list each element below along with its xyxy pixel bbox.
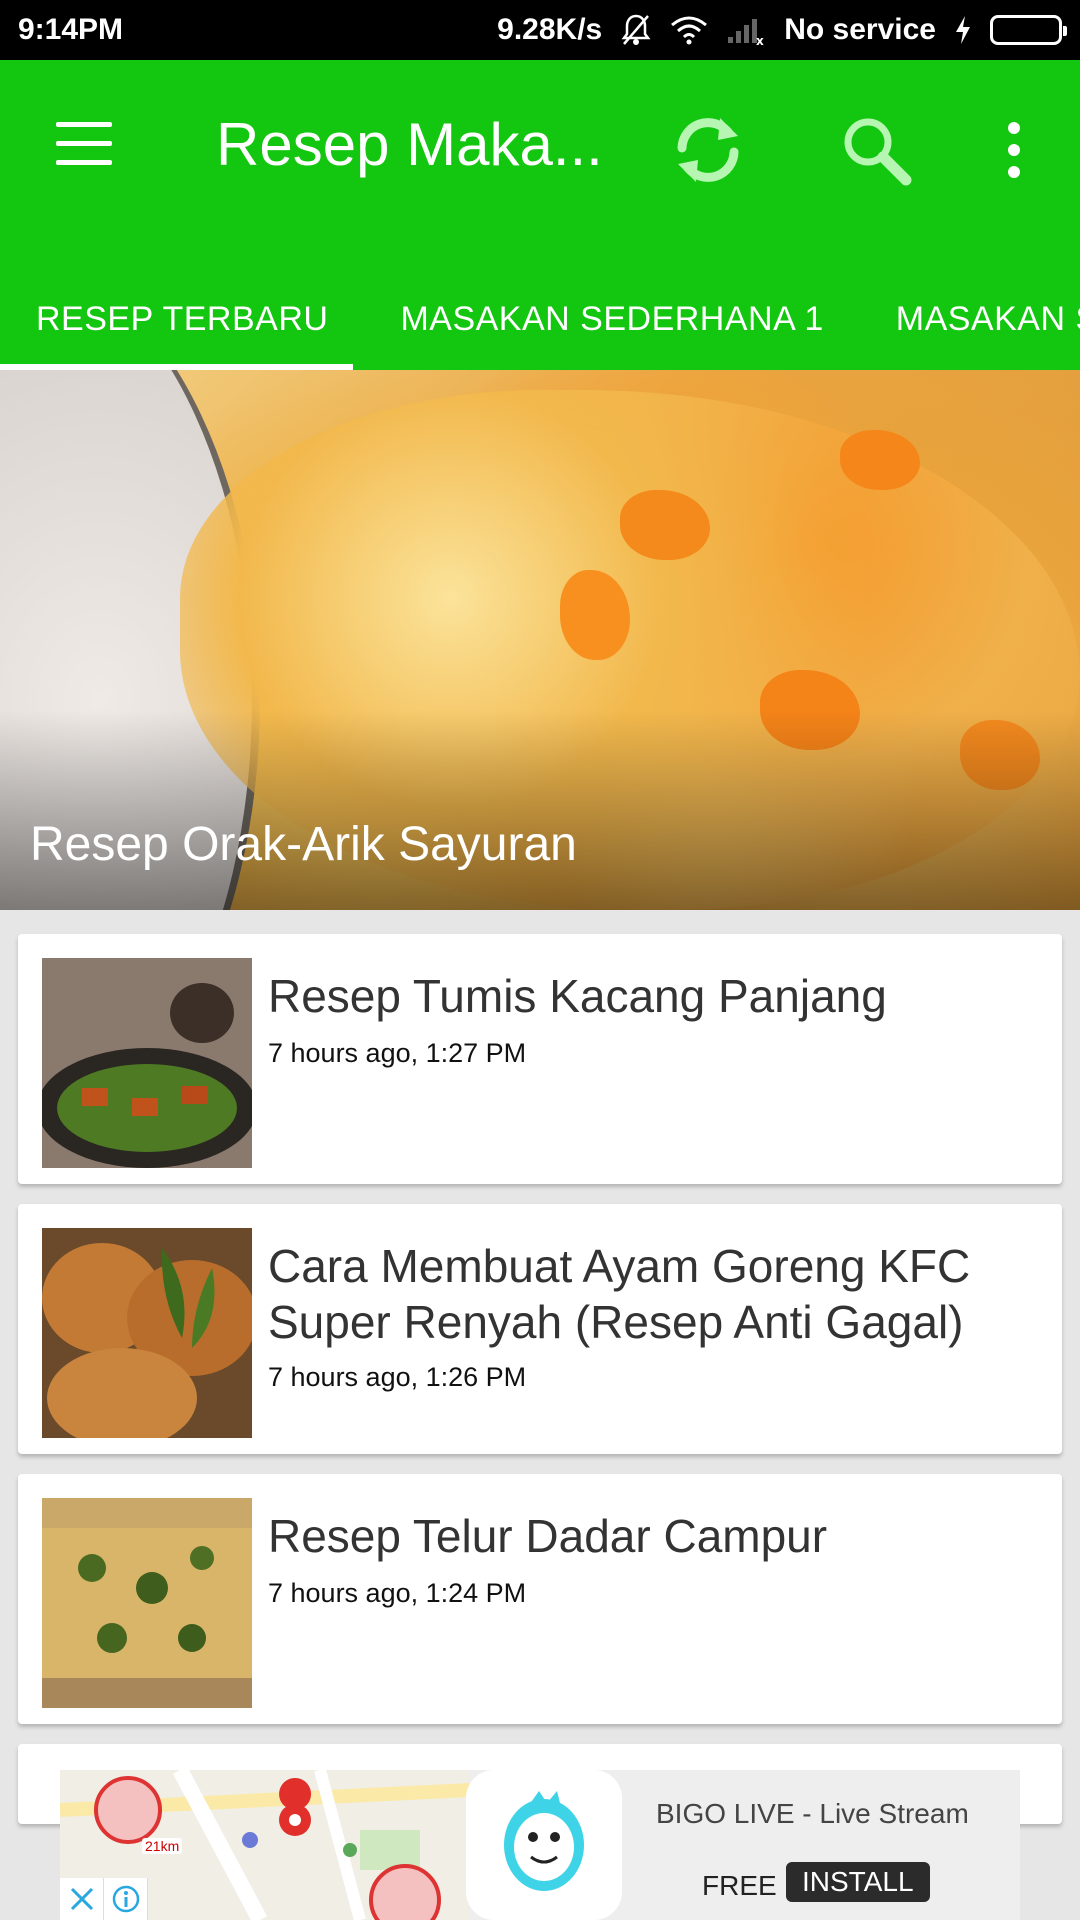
tab-bar: RESEP TERBARU MASAKAN SEDERHANA 1 MASAKA… <box>0 278 1080 370</box>
hero-image-carrot <box>840 430 920 490</box>
mute-bell-icon <box>620 13 652 47</box>
recipe-thumbnail-image <box>42 958 252 1168</box>
recipe-time: 7 hours ago, 1:26 PM <box>268 1362 527 1392</box>
recipe-title: Resep Telur Dadar Campur <box>268 1510 828 1562</box>
ad-info-button[interactable] <box>104 1878 148 1920</box>
hero-shade <box>0 710 1080 910</box>
tab-resep-terbaru[interactable]: RESEP TERBARU <box>0 278 364 364</box>
app-title: Resep Maka... <box>216 111 603 178</box>
ad-price: FREE <box>702 1870 777 1901</box>
tab-masakan-sederhana-1[interactable]: MASAKAN SEDERHANA 1 <box>364 278 859 364</box>
search-icon <box>844 118 912 186</box>
battery-icon <box>990 15 1067 45</box>
status-time: 9:14PM <box>18 13 124 46</box>
recipe-thumbnail-image <box>42 1228 252 1438</box>
wifi-icon <box>670 15 708 45</box>
toolbar: Resep Maka... <box>0 60 1080 228</box>
status-bar: 9:14PM 9.28K/s x No service <box>0 0 1080 60</box>
network-status: No service <box>784 13 936 46</box>
menu-button[interactable] <box>48 116 120 172</box>
recipe-thumbnail <box>42 1228 252 1438</box>
list-item[interactable]: Cara Membuat Ayam Goreng KFC Super Renya… <box>18 1204 1062 1454</box>
refresh-button[interactable] <box>658 100 758 200</box>
ad-controls <box>60 1878 148 1920</box>
ad-map-label: 21km <box>142 1838 183 1854</box>
network-speed: 9.28K/s <box>497 13 603 46</box>
svg-text:x: x <box>756 34 764 45</box>
refresh-icon <box>677 118 739 182</box>
status-right: 9.28K/s x No service <box>497 13 1067 47</box>
ad-banner[interactable]: 21km BIGO LIVE - Live Stream FREE INSTAL… <box>60 1770 1020 1920</box>
recipe-thumbnail <box>42 1498 252 1708</box>
featured-recipe-title: Resep Orak-Arik Sayuran <box>30 818 577 871</box>
ad-install-button[interactable]: INSTALL <box>786 1862 930 1902</box>
list-item[interactable]: Resep Telur Dadar Campur 7 hours ago, 1:… <box>18 1474 1062 1724</box>
recipe-thumbnail-image <box>42 1498 252 1708</box>
app-bar: Resep Maka... RESEP TERBARU MASAKAN SEDE… <box>0 60 1080 370</box>
recipe-time: 7 hours ago, 1:24 PM <box>268 1578 527 1608</box>
ad-close-button[interactable] <box>60 1878 104 1920</box>
menu-icon <box>56 122 112 127</box>
search-button[interactable] <box>826 100 926 200</box>
recipe-thumbnail <box>42 958 252 1168</box>
featured-recipe[interactable]: Resep Orak-Arik Sayuran <box>0 370 1080 910</box>
menu-icon-bar <box>56 141 112 146</box>
signal-icon: x <box>726 15 766 45</box>
list-item[interactable]: Resep Tumis Kacang Panjang 7 hours ago, … <box>18 934 1062 1184</box>
more-vert-icon <box>1008 122 1020 178</box>
menu-icon-bar <box>56 160 112 165</box>
tab-masakan-s[interactable]: MASAKAN S <box>860 278 1080 364</box>
recipe-list: Resep Tumis Kacang Panjang 7 hours ago, … <box>18 934 1062 1844</box>
info-icon <box>112 1885 139 1913</box>
close-icon <box>70 1887 93 1911</box>
more-options-button[interactable] <box>964 100 1064 200</box>
recipe-title: Resep Tumis Kacang Panjang <box>268 970 887 1022</box>
charging-icon <box>954 15 972 45</box>
bigo-logo-icon <box>466 1770 622 1920</box>
recipe-time: 7 hours ago, 1:27 PM <box>268 1038 527 1068</box>
recipe-title: Cara Membuat Ayam Goreng KFC Super Renya… <box>268 1240 971 1348</box>
ad-title: BIGO LIVE - Live Stream <box>656 1798 969 1829</box>
